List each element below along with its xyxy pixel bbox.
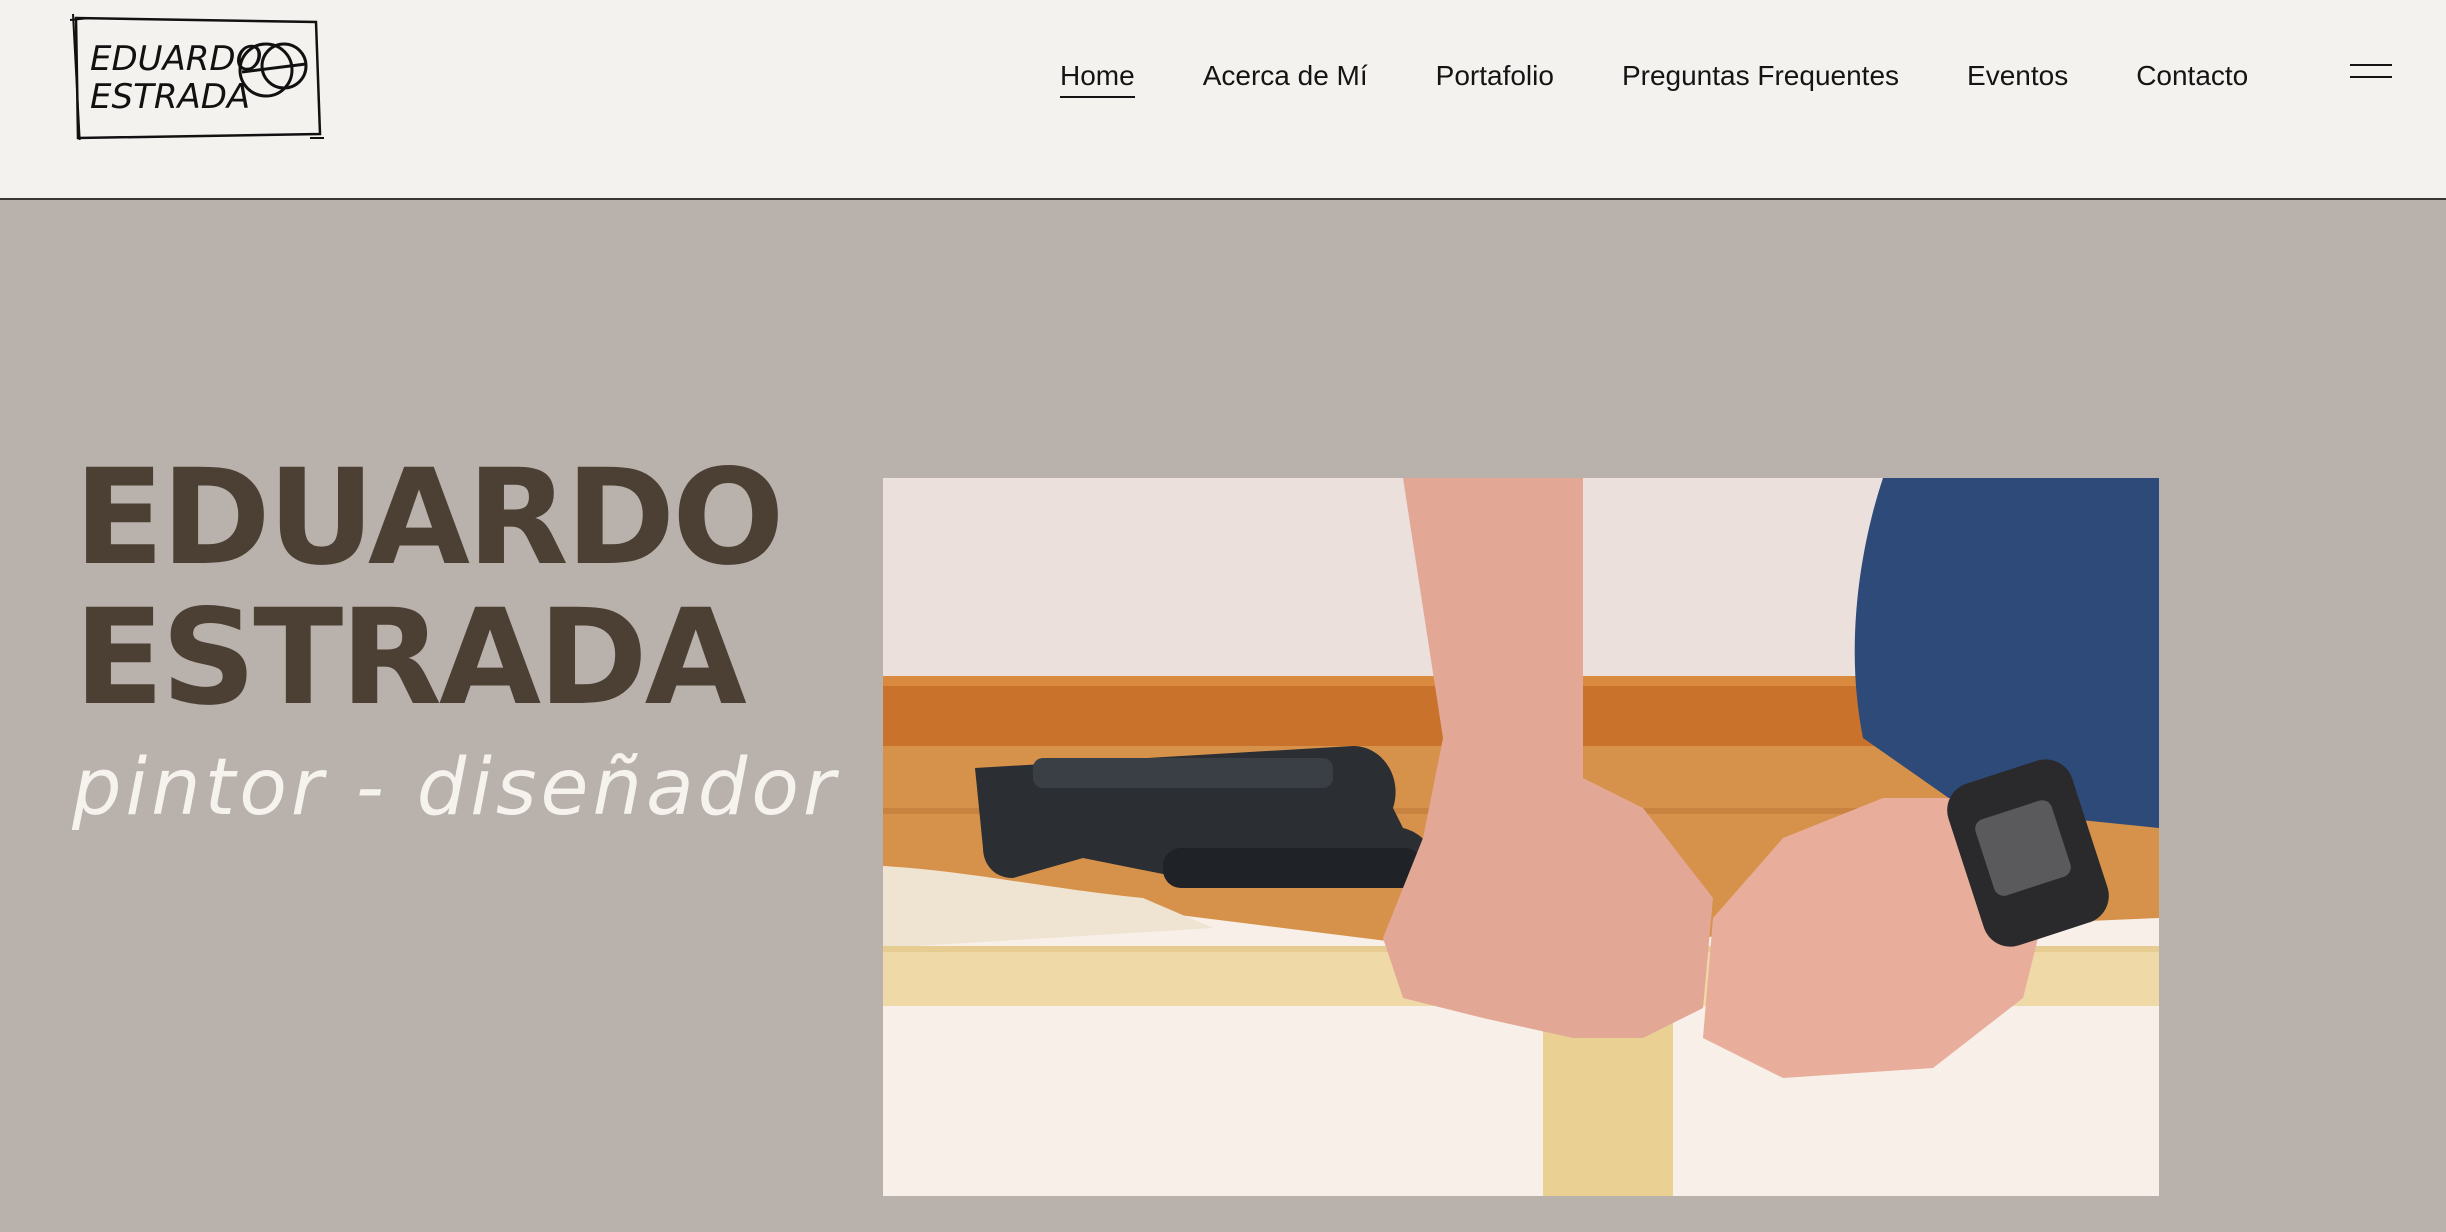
hero-title-line-1: EDUARDO bbox=[74, 441, 784, 595]
hero-title-line-2: ESTRADA bbox=[74, 581, 747, 735]
menu-bar-bottom bbox=[2350, 76, 2392, 78]
logo-mark: EDUARDO ESTRADA bbox=[70, 13, 324, 140]
site-logo[interactable]: EDUARDO ESTRADA bbox=[70, 12, 326, 140]
nav-eventos[interactable]: Eventos bbox=[1967, 52, 2068, 100]
logo-line-2: ESTRADA bbox=[90, 77, 250, 117]
hero-title: EDUARDO ESTRADA bbox=[74, 441, 784, 735]
nav-preguntas[interactable]: Preguntas Frequentes bbox=[1622, 52, 1899, 100]
logo-line-1: EDUARDO bbox=[90, 39, 262, 79]
nav-acerca[interactable]: Acerca de Mí bbox=[1203, 52, 1368, 100]
site-header: EDUARDO ESTRADA Home Acerca de Mí Portaf… bbox=[0, 0, 2446, 200]
hero-video[interactable] bbox=[883, 478, 2159, 1196]
main-nav: Home Acerca de Mí Portafolio Preguntas F… bbox=[1060, 52, 2316, 100]
hamburger-menu-icon[interactable] bbox=[2350, 64, 2392, 82]
menu-bar-top bbox=[2350, 64, 2392, 66]
nav-home[interactable]: Home bbox=[1060, 52, 1135, 100]
nav-portafolio[interactable]: Portafolio bbox=[1436, 52, 1554, 100]
video-still-image bbox=[883, 478, 2159, 1196]
nav-contacto[interactable]: Contacto bbox=[2136, 52, 2248, 100]
hero-subtitle: pintor - diseñador bbox=[72, 743, 840, 833]
